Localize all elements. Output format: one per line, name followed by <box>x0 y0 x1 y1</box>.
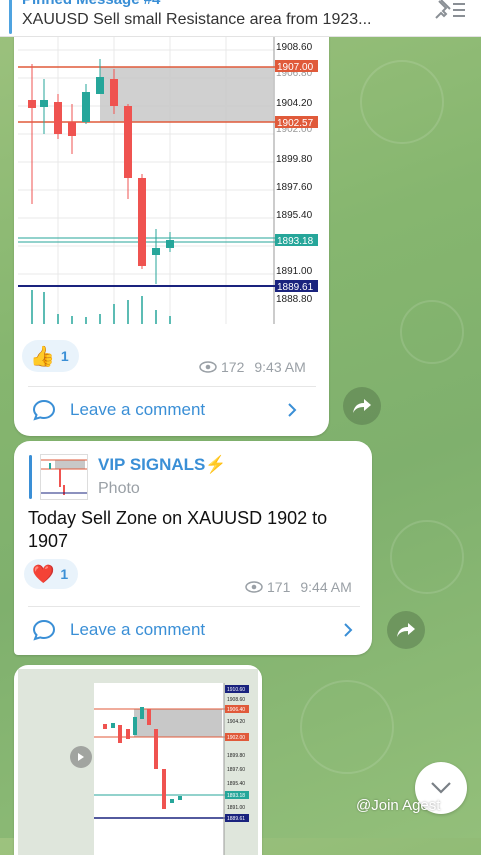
pinned-message-bar[interactable]: Pinned Message #4 XAUUSD Sell small Resi… <box>0 0 481 37</box>
price-tick: 1895.40 <box>276 210 313 221</box>
pinned-text: XAUUSD Sell small Resistance area from 1… <box>22 11 372 28</box>
thumbs-up-icon: 👍 <box>30 345 55 368</box>
eye-icon <box>199 361 217 373</box>
background-doodle <box>390 520 464 594</box>
forward-thumbnail[interactable] <box>40 454 88 500</box>
background-doodle <box>300 680 394 774</box>
price-label-resistance-bottom: 1902.57 <box>277 118 314 129</box>
leave-comment-label: Leave a comment <box>70 400 206 419</box>
pinned-list-icon[interactable] <box>433 0 467 24</box>
message-meta: 172 9:43 AM <box>199 359 306 375</box>
reaction-thumbs-up[interactable]: 👍 1 <box>22 340 79 372</box>
price-tick: 1902.00 <box>227 735 245 741</box>
leave-comment-button[interactable]: Leave a comment <box>32 398 314 422</box>
chart-image[interactable]: 1908.60 1904.20 1899.80 1897.60 1895.40 … <box>18 24 329 324</box>
message-bubble[interactable]: 1908.60 1904.20 1899.80 1897.60 1895.40 … <box>14 24 329 436</box>
message-time: 9:43 AM <box>254 359 306 375</box>
message-meta: 171 9:44 AM <box>245 579 352 595</box>
forward-media-type: Photo <box>98 480 140 497</box>
price-tick: 1888.80 <box>276 294 313 305</box>
view-count: 171 <box>267 579 291 595</box>
divider <box>28 606 360 607</box>
heart-icon: ❤️ <box>32 563 55 584</box>
forward-source-name[interactable]: VIP SIGNALS⚡ <box>98 455 227 475</box>
share-button[interactable] <box>343 387 381 425</box>
chevron-right-icon <box>344 623 353 637</box>
pinned-title: Pinned Message #4 <box>22 0 160 8</box>
price-tick: 1899.80 <box>227 753 245 759</box>
chevron-down-icon <box>431 782 451 794</box>
background-doodle <box>360 60 444 144</box>
view-count: 172 <box>221 359 245 375</box>
watermark-text: @Join Agest <box>356 797 441 814</box>
forward-bar <box>29 455 32 499</box>
comment-icon <box>32 619 56 641</box>
price-tick: 1910.60 <box>227 687 245 693</box>
price-tick: 1906.40 <box>227 707 245 713</box>
message-time: 9:44 AM <box>300 579 352 595</box>
leave-comment-label: Leave a comment <box>70 620 206 639</box>
share-arrow-icon <box>397 623 415 637</box>
price-label-current: 1893.18 <box>277 236 314 247</box>
message-bubble[interactable]: 1910.60 1908.60 1906.40 1904.20 1902.00 … <box>14 665 262 855</box>
divider <box>28 386 316 387</box>
message-bubble[interactable]: VIP SIGNALS⚡ Photo Today Sell Zone on XA… <box>14 441 372 655</box>
reaction-heart[interactable]: ❤️ 1 <box>24 559 79 589</box>
price-tick: 1897.60 <box>276 182 313 193</box>
share-arrow-icon <box>353 399 371 413</box>
comment-icon <box>32 399 56 421</box>
price-label-resistance-top: 1907.00 <box>277 62 314 73</box>
leave-comment-button[interactable]: Leave a comment <box>32 618 358 642</box>
price-tick: 1904.20 <box>276 98 313 109</box>
eye-icon <box>245 581 263 593</box>
price-tick: 1889.61 <box>227 816 245 822</box>
share-button[interactable] <box>387 611 425 649</box>
price-tick: 1891.00 <box>276 266 313 277</box>
price-tick: 1895.40 <box>227 781 245 787</box>
price-tick: 1897.60 <box>227 767 245 773</box>
message-text: Today Sell Zone on XAUUSD 1902 to 1907 <box>28 508 328 551</box>
reaction-count: 1 <box>60 566 69 582</box>
pinned-indicator <box>9 0 12 34</box>
chevron-right-icon <box>288 403 297 417</box>
price-tick: 1893.18 <box>227 793 245 799</box>
price-tick: 1908.60 <box>227 697 245 703</box>
photo-image[interactable]: 1910.60 1908.60 1906.40 1904.20 1902.00 … <box>18 669 258 855</box>
background-doodle <box>400 300 464 364</box>
price-label-support: 1889.61 <box>277 282 314 293</box>
price-tick: 1904.20 <box>227 719 245 725</box>
price-tick: 1891.00 <box>227 805 245 811</box>
price-tick: 1908.60 <box>276 42 313 53</box>
reaction-count: 1 <box>60 348 69 364</box>
price-tick: 1899.80 <box>276 154 313 165</box>
